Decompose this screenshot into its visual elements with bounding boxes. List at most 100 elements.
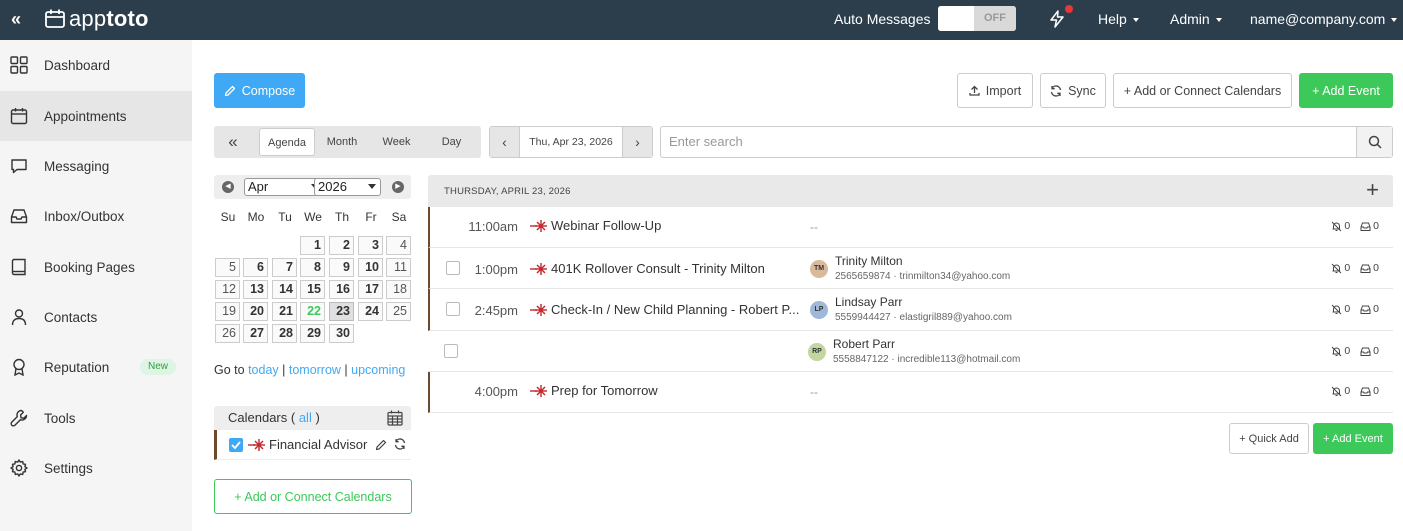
calendar-day[interactable]: 2 [329, 236, 354, 255]
calendar-day[interactable]: 11 [386, 258, 411, 277]
user-menu[interactable]: name@company.com [1250, 0, 1398, 40]
calendar-day[interactable]: 21 [272, 302, 297, 321]
auto-messages-toggle[interactable]: OFF [938, 6, 1016, 31]
sidebar-item-dashboard[interactable]: Dashboard [0, 40, 192, 90]
agenda-row[interactable]: 1:00pm 401K Rollover Consult - Trinity Mi… [428, 248, 1393, 289]
tab-week[interactable]: Week [369, 128, 424, 156]
contact-info: 5559944427 · elastigril889@yahoo.com [835, 312, 1012, 323]
goto-upcoming-link[interactable]: upcoming [351, 363, 405, 377]
calendar-day[interactable]: 15 [300, 280, 325, 299]
quick-add-button[interactable]: + Quick Add [1229, 423, 1309, 454]
calendar-checkbox[interactable] [229, 438, 243, 452]
contact-name[interactable]: Robert Parr [833, 337, 895, 351]
lightning-icon[interactable] [1048, 10, 1066, 28]
calendar-day[interactable]: 8 [300, 258, 325, 277]
calendar-day[interactable]: 13 [243, 280, 268, 299]
calendar-day[interactable]: 14 [272, 280, 297, 299]
agenda-date: THURSDAY, APRIL 23, 2026 [444, 186, 571, 197]
event-checkbox[interactable] [444, 344, 458, 358]
add-event-button[interactable]: + Add Event [1299, 73, 1393, 108]
search-input[interactable]: Enter search [660, 126, 1393, 158]
all-calendars-link[interactable]: all [299, 410, 312, 425]
event-checkbox[interactable] [446, 302, 460, 316]
event-title[interactable]: Check-In / New Child Planning - Robert P… [530, 302, 799, 317]
calendar-day[interactable]: 12 [215, 280, 240, 299]
sync-button[interactable]: Sync [1040, 73, 1106, 108]
calendar-day[interactable]: 9 [329, 258, 354, 277]
event-title[interactable]: Webinar Follow-Up [530, 218, 661, 233]
calendar-day[interactable]: 16 [329, 280, 354, 299]
calendar-day[interactable]: 17 [358, 280, 383, 299]
calendar-day[interactable]: 23 [329, 302, 354, 321]
calendar-grid-icon[interactable] [387, 410, 403, 426]
app-logo[interactable]: apptoto [44, 6, 149, 31]
collapse-calendar-icon[interactable]: « [214, 126, 252, 158]
user-icon [11, 309, 27, 326]
sidebar-item-reputation[interactable]: Reputation New [0, 342, 192, 392]
search-button[interactable] [1356, 127, 1392, 157]
calendar-day[interactable]: 22 [300, 302, 325, 321]
add-connect-calendars-bottom-button[interactable]: + Add or Connect Calendars [214, 479, 412, 514]
sidebar-item-settings[interactable]: Settings [0, 443, 192, 493]
month-select[interactable]: Apr [244, 178, 324, 196]
calendar-day[interactable]: 6 [243, 258, 268, 277]
agenda-row[interactable]: 2:45pm Check-In / New Child Planning - Ro… [428, 289, 1393, 331]
current-date[interactable]: Thu, Apr 23, 2026 [520, 127, 622, 157]
help-menu[interactable]: Help [1098, 0, 1139, 40]
event-checkbox[interactable] [446, 261, 460, 275]
notifications-off-icon [1331, 263, 1342, 273]
calendar-day[interactable]: 4 [386, 236, 411, 255]
agenda-row[interactable]: 4:00pm Prep for Tomorrow -- 0 0 [428, 372, 1393, 413]
calendar-day[interactable]: 5 [215, 258, 240, 277]
goto-tomorrow-link[interactable]: tomorrow [289, 363, 341, 377]
calendar-day[interactable]: 10 [358, 258, 383, 277]
goto-today-link[interactable]: today [248, 363, 279, 377]
event-counts: 00 [1331, 303, 1379, 315]
import-button[interactable]: Import [957, 73, 1033, 108]
sidebar-item-tools[interactable]: Tools [0, 393, 192, 443]
edit-icon[interactable] [375, 439, 387, 451]
calendar-day[interactable]: 28 [272, 324, 297, 343]
chevron-down-icon [1132, 18, 1139, 23]
contact-name[interactable]: Trinity Milton [835, 254, 903, 268]
collapse-sidebar-icon[interactable]: « [11, 10, 21, 28]
sidebar-item-inbox-outbox[interactable]: Inbox/Outbox [0, 191, 192, 241]
prev-month-icon[interactable]: ◀ [222, 181, 234, 193]
inbox-icon [1360, 222, 1371, 231]
refresh-icon[interactable] [394, 438, 406, 450]
calendar-day[interactable]: 30 [329, 324, 354, 343]
sidebar-item-contacts[interactable]: Contacts [0, 292, 192, 342]
calendar-day[interactable]: 27 [243, 324, 268, 343]
calendar-day[interactable]: 26 [215, 324, 240, 343]
next-day-button[interactable]: › [622, 127, 652, 157]
calendar-day[interactable]: 25 [386, 302, 411, 321]
agenda-row[interactable]: 11:00am Webinar Follow-Up -- 0 0 [428, 207, 1393, 248]
add-event-bottom-button[interactable]: + Add Event [1313, 423, 1393, 454]
sidebar-item-messaging[interactable]: Messaging [0, 141, 192, 191]
admin-menu[interactable]: Admin [1170, 0, 1222, 40]
add-connect-calendars-button[interactable]: + Add or Connect Calendars [1113, 73, 1292, 108]
calendar-day[interactable]: 24 [358, 302, 383, 321]
sidebar-item-appointments[interactable]: Appointments [0, 91, 192, 141]
tab-agenda[interactable]: Agenda [259, 128, 315, 156]
agenda-row[interactable]: RP Robert Parr 5558847122 · incredible113@… [428, 331, 1393, 372]
calendar-day[interactable]: 7 [272, 258, 297, 277]
event-title[interactable]: Prep for Tomorrow [530, 383, 658, 398]
tab-day[interactable]: Day [424, 128, 479, 156]
calendar-day[interactable]: 1 [300, 236, 325, 255]
event-title[interactable]: 401K Rollover Consult - Trinity Milton [530, 261, 765, 276]
sidebar-item-booking-pages[interactable]: Booking Pages [0, 242, 192, 292]
calendar-day[interactable]: 19 [215, 302, 240, 321]
add-icon[interactable]: + [1366, 178, 1379, 202]
calendar-day[interactable]: 20 [243, 302, 268, 321]
calendar-day[interactable]: 3 [358, 236, 383, 255]
calendar-day[interactable]: 29 [300, 324, 325, 343]
year-select[interactable]: 2026 [314, 178, 381, 196]
calendar-day[interactable]: 18 [386, 280, 411, 299]
next-month-icon[interactable]: ▶ [392, 181, 404, 193]
import-label: Import [985, 83, 1022, 98]
contact-name[interactable]: Lindsay Parr [835, 295, 902, 309]
compose-button[interactable]: Compose [214, 73, 305, 108]
tab-month[interactable]: Month [315, 128, 369, 156]
prev-day-button[interactable]: ‹ [490, 127, 520, 157]
